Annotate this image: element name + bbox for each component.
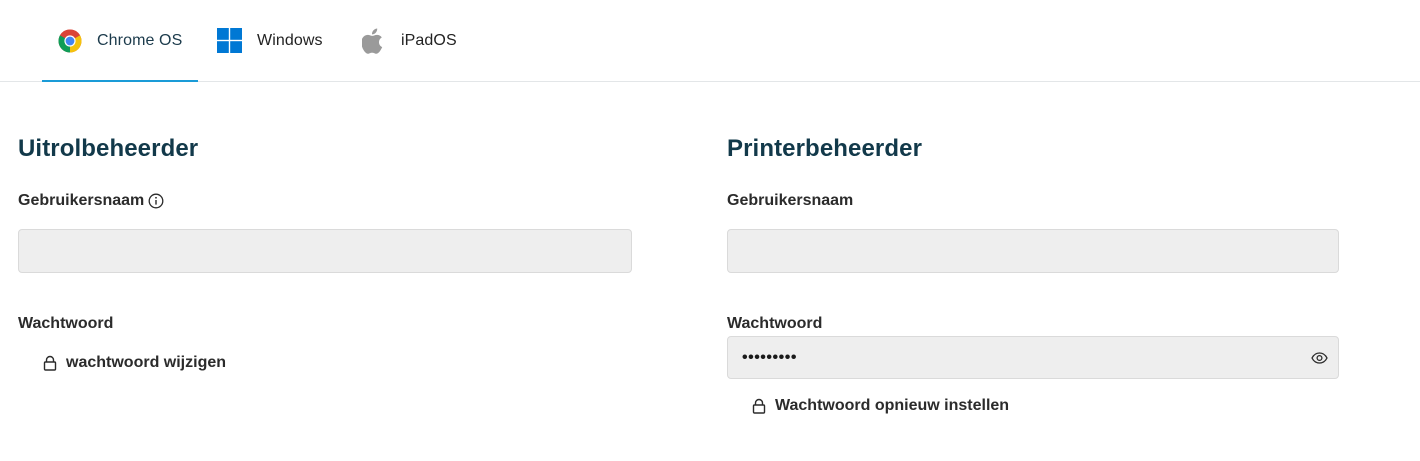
info-icon[interactable] (148, 193, 164, 209)
username-input[interactable] (18, 229, 632, 273)
change-password-link[interactable]: wachtwoord wijzigen (42, 354, 226, 372)
password-label: Wachtwoord (727, 315, 823, 332)
platform-tabs: Chrome OS Windows iPadOS (0, 0, 1420, 82)
windows-icon (216, 28, 242, 54)
section-title: Printerbeheerder (727, 135, 923, 162)
reset-password-text: Wachtwoord opnieuw instellen (775, 397, 1010, 414)
password-input[interactable]: ••••••••• (727, 336, 1339, 379)
tab-ipados[interactable]: iPadOS (360, 0, 457, 81)
deployment-admin-section: Uitrolbeheerder Gebruikersnaam Wachtwoor… (18, 134, 632, 371)
password-masked-value: ••••••••• (742, 348, 797, 366)
username-label-text: Gebruikersnaam (18, 192, 145, 209)
username-input[interactable] (727, 229, 1339, 273)
reset-password-link[interactable]: Wachtwoord opnieuw instellen (751, 397, 1009, 415)
tab-label: Windows (257, 31, 323, 49)
username-label: Gebruikersnaam (18, 192, 164, 210)
tab-label: iPadOS (401, 31, 457, 49)
username-label: Gebruikersnaam (727, 192, 854, 209)
tab-label: Chrome OS (97, 31, 183, 49)
eye-icon[interactable] (1310, 349, 1328, 367)
change-password-text: wachtwoord wijzigen (66, 354, 227, 371)
tab-windows[interactable]: Windows (216, 0, 323, 81)
lock-icon (42, 355, 58, 371)
password-label: Wachtwoord (18, 315, 114, 332)
printer-admin-section: Printerbeheerder Gebruikersnaam Wachtwoo… (727, 134, 1339, 414)
lock-icon (751, 398, 767, 414)
tab-chrome-os[interactable]: Chrome OS (41, 0, 199, 82)
chrome-icon (57, 28, 83, 54)
section-title: Uitrolbeheerder (18, 135, 199, 162)
apple-icon (360, 28, 386, 54)
